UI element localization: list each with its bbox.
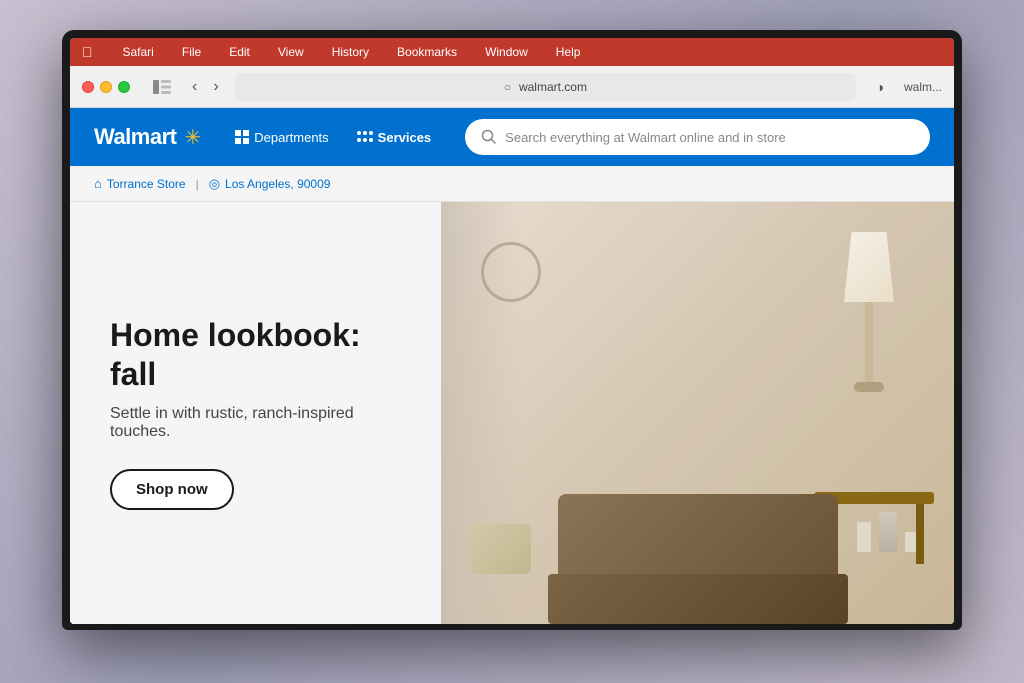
walmart-spark-icon: ✳ bbox=[184, 125, 201, 150]
menu-edit[interactable]: Edit bbox=[223, 43, 256, 61]
walmart-wordmark: Walmart bbox=[94, 124, 176, 150]
departments-nav-item[interactable]: Departments bbox=[229, 126, 334, 149]
main-content: Home lookbook: fall Settle in with rusti… bbox=[70, 202, 954, 624]
pin-icon: ◎ bbox=[209, 176, 220, 192]
url-text: walmart.com bbox=[519, 80, 587, 94]
store-location-item[interactable]: ⌂ Torrance Store bbox=[94, 176, 186, 191]
city-location-item[interactable]: ◎ Los Angeles, 90009 bbox=[209, 176, 331, 192]
user-label: walm... bbox=[904, 80, 942, 94]
monitor-screen:  Safari File Edit View History Bookmark… bbox=[70, 38, 954, 624]
fullscreen-button[interactable] bbox=[118, 81, 130, 93]
forward-button[interactable]: › bbox=[207, 76, 224, 98]
furniture-scene bbox=[441, 202, 954, 624]
walmart-header: Walmart ✳ Departments bbox=[70, 108, 954, 166]
hero-text-section: Home lookbook: fall Settle in with rusti… bbox=[70, 202, 441, 624]
menu-bookmarks[interactable]: Bookmarks bbox=[391, 43, 463, 61]
traffic-lights bbox=[82, 81, 130, 93]
city-name: Los Angeles, 90009 bbox=[225, 177, 330, 191]
menu-history[interactable]: History bbox=[326, 43, 375, 61]
shop-now-button[interactable]: Shop now bbox=[110, 469, 234, 510]
address-bar[interactable]: ○ walmart.com bbox=[235, 73, 856, 101]
menu-window[interactable]: Window bbox=[479, 43, 534, 61]
lock-icon: ○ bbox=[504, 80, 511, 94]
search-bar[interactable]: Search everything at Walmart online and … bbox=[465, 119, 930, 155]
macos-menubar:  Safari File Edit View History Bookmark… bbox=[70, 38, 954, 66]
safari-right-controls: walm... bbox=[904, 80, 942, 94]
lookbook-title: Home lookbook: fall bbox=[110, 316, 401, 393]
lookbook-subtitle: Settle in with rustic, ranch-inspired to… bbox=[110, 405, 401, 441]
lamp-decoration bbox=[844, 232, 894, 392]
dots-icon bbox=[357, 131, 373, 143]
back-button[interactable]: ‹ bbox=[186, 76, 203, 98]
walmart-logo[interactable]: Walmart ✳ bbox=[94, 124, 201, 150]
apple-icon[interactable]:  bbox=[82, 44, 93, 60]
store-name: Torrance Store bbox=[107, 177, 186, 191]
location-separator: | bbox=[196, 177, 199, 191]
services-label: Services bbox=[378, 130, 432, 145]
wall-decor bbox=[481, 242, 541, 302]
search-placeholder: Search everything at Walmart online and … bbox=[505, 130, 786, 145]
menu-file[interactable]: File bbox=[176, 43, 207, 61]
minimize-button[interactable] bbox=[100, 81, 112, 93]
lamp-shade bbox=[844, 232, 894, 302]
services-nav-item[interactable]: Services bbox=[351, 126, 438, 149]
pillow-decoration bbox=[471, 524, 531, 574]
menu-safari[interactable]: Safari bbox=[117, 43, 160, 61]
menu-view[interactable]: View bbox=[272, 43, 310, 61]
departments-label: Departments bbox=[254, 130, 328, 145]
grid-icon bbox=[235, 130, 249, 144]
store-icon: ⌂ bbox=[94, 176, 102, 191]
monitor-wrapper:  Safari File Edit View History Bookmark… bbox=[0, 0, 1024, 683]
theme-icon: ◑ bbox=[876, 79, 884, 95]
couch-back bbox=[558, 494, 838, 574]
lamp-base bbox=[865, 302, 873, 382]
sidebar-toggle-button[interactable] bbox=[148, 77, 176, 97]
couch-decoration bbox=[441, 494, 954, 624]
lamp-foot bbox=[854, 382, 884, 392]
theme-toggle-button[interactable]: ◑ bbox=[866, 73, 894, 101]
nav-buttons: ‹ › bbox=[186, 76, 225, 98]
search-icon bbox=[481, 129, 497, 145]
header-nav: Departments Services bbox=[229, 126, 437, 149]
monitor-bezel:  Safari File Edit View History Bookmark… bbox=[62, 30, 962, 630]
menu-help[interactable]: Help bbox=[550, 43, 587, 61]
close-button[interactable] bbox=[82, 81, 94, 93]
hero-image-section bbox=[441, 202, 954, 624]
safari-toolbar: ‹ › ○ walmart.com ◑ walm... bbox=[70, 66, 954, 108]
couch-seat bbox=[548, 574, 848, 624]
location-bar: ⌂ Torrance Store | ◎ Los Angeles, 90009 bbox=[70, 166, 954, 202]
